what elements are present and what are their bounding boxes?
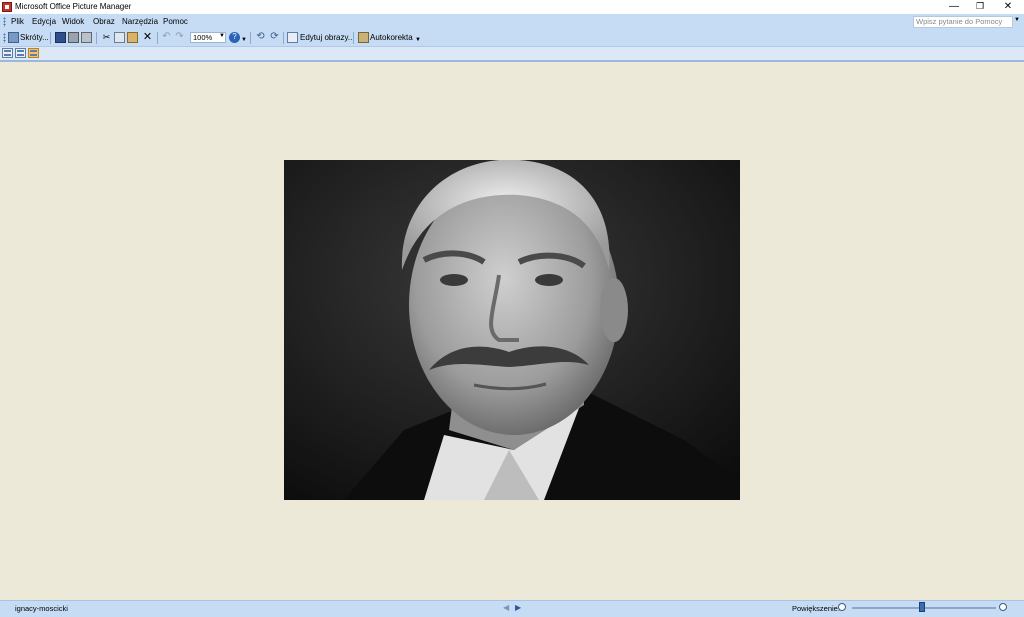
autocorrect-button[interactable]: Autokorekta <box>370 33 413 43</box>
zoom-out-icon[interactable] <box>838 603 846 611</box>
menu-widok[interactable]: Widok <box>62 17 84 27</box>
menu-edycja[interactable]: Edycja <box>32 17 56 27</box>
undo-icon[interactable]: ↶ <box>161 32 172 43</box>
filmstrip-view-icon[interactable] <box>15 48 26 58</box>
current-file-name: ignacy-moscicki <box>15 604 68 613</box>
single-picture-view-icon[interactable] <box>28 48 39 58</box>
paste-icon[interactable] <box>127 32 138 43</box>
close-button[interactable]: ✕ <box>994 0 1022 14</box>
shortcuts-button[interactable]: Skróty... <box>20 33 49 43</box>
view-toolbar <box>0 47 1024 62</box>
toolbar-separator <box>157 32 158 44</box>
print-icon[interactable] <box>68 32 79 43</box>
toolbar-separator <box>96 32 97 44</box>
toolbar-separator <box>50 32 51 44</box>
portrait-photo <box>284 160 740 500</box>
previous-picture-icon[interactable]: ◀ <box>503 603 509 612</box>
zoom-label: Powiększenie: <box>792 604 840 613</box>
toolbar-grip[interactable] <box>3 33 6 43</box>
shortcuts-icon[interactable] <box>8 32 19 43</box>
help-icon[interactable]: ? <box>229 32 240 43</box>
menu-pomoc[interactable]: Pomoc <box>163 17 188 27</box>
picture-manager-app-icon[interactable] <box>2 2 12 12</box>
zoom-in-icon[interactable] <box>999 603 1007 611</box>
zoom-dropdown-icon[interactable]: ▼ <box>219 33 225 39</box>
toolbar-separator <box>250 32 251 44</box>
save-icon[interactable] <box>55 32 66 43</box>
standard-toolbar <box>0 30 1024 47</box>
delete-icon[interactable]: ✕ <box>142 32 153 43</box>
toolbar-separator <box>283 32 284 44</box>
redo-icon[interactable]: ↷ <box>174 32 185 43</box>
thumbnail-view-icon[interactable] <box>2 48 13 58</box>
title-bar: Microsoft Office Picture Manager — ❐ ✕ <box>0 0 1024 14</box>
email-icon[interactable] <box>81 32 92 43</box>
menu-grip[interactable] <box>3 17 6 27</box>
menu-narzedzia[interactable]: Narzędzia <box>122 17 158 27</box>
edit-pictures-icon[interactable] <box>287 32 298 43</box>
help-search-input[interactable]: Wpisz pytanie do Pomocy <box>913 16 1013 28</box>
autocorrect-icon[interactable] <box>358 32 369 43</box>
minimize-button[interactable]: — <box>940 0 968 14</box>
menu-obraz[interactable]: Obraz <box>93 17 115 27</box>
menu-plik[interactable]: Plik <box>11 17 24 27</box>
rotate-left-icon[interactable]: ⟲ <box>255 32 266 43</box>
help-dropdown-icon[interactable]: ▼ <box>1014 17 1020 23</box>
window-title: Microsoft Office Picture Manager <box>15 2 132 11</box>
toolbar-overflow-icon[interactable]: ▼ <box>415 35 421 45</box>
toolbar-overflow-icon[interactable]: ▼ <box>241 35 247 45</box>
cut-icon[interactable]: ✂ <box>101 32 112 43</box>
zoom-slider-thumb[interactable] <box>919 602 925 612</box>
edit-pictures-button[interactable]: Edytuj obrazy... <box>300 33 355 43</box>
restore-button[interactable]: ❐ <box>966 0 994 14</box>
copy-icon[interactable] <box>114 32 125 43</box>
displayed-picture[interactable] <box>284 160 740 500</box>
next-picture-icon[interactable]: ▶ <box>515 603 521 612</box>
rotate-right-icon[interactable]: ⟳ <box>269 32 280 43</box>
toolbar-separator <box>353 32 354 44</box>
